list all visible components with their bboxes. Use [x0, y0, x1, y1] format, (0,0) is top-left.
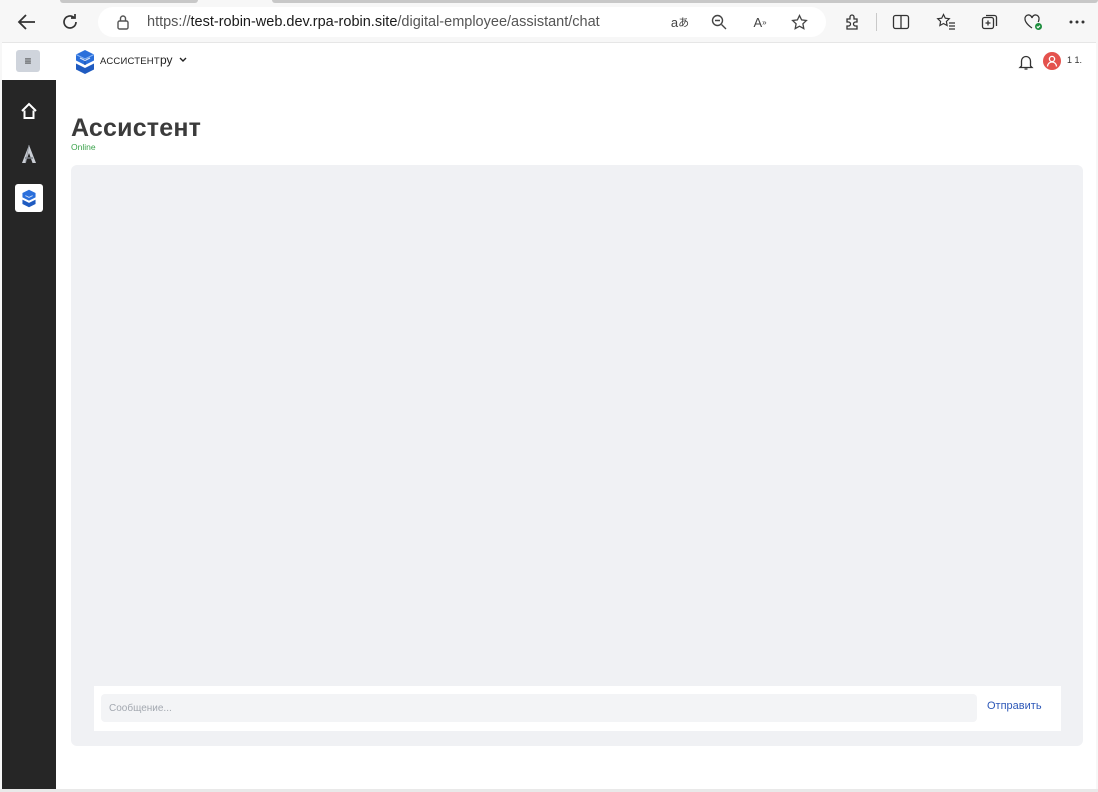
split-screen-icon[interactable]	[889, 10, 913, 34]
user-avatar[interactable]	[1043, 52, 1061, 70]
back-button[interactable]	[12, 8, 42, 36]
zoom-out-icon[interactable]	[709, 13, 729, 31]
notification-bell-icon[interactable]	[1018, 53, 1034, 71]
page-title: Ассистент	[71, 114, 202, 142]
robin-logo-icon[interactable]	[74, 49, 96, 75]
language-label: ру	[160, 53, 173, 67]
extensions-icon[interactable]	[841, 10, 865, 34]
send-button[interactable]: Отправить	[987, 700, 1042, 712]
message-composer: Отправить	[94, 686, 1061, 731]
toolbar-separator	[876, 13, 877, 31]
cube-logo-icon	[22, 189, 36, 207]
reload-button[interactable]	[55, 8, 85, 36]
url-text[interactable]: https://test-robin-web.dev.rpa-robin.sit…	[147, 14, 600, 30]
sidebar-item-robin[interactable]	[15, 140, 43, 168]
house-icon	[21, 102, 37, 119]
user-name-short[interactable]: 1 1.	[1067, 55, 1082, 65]
sidebar-item-assistant[interactable]	[15, 184, 43, 212]
brand-label: ассистент	[100, 56, 160, 67]
arrow-left-icon	[17, 14, 35, 30]
url-prefix: https://	[147, 14, 191, 30]
browser-toolbar: https://test-robin-web.dev.rpa-robin.sit…	[0, 0, 1098, 42]
menu-icon: ≡	[24, 54, 32, 68]
chat-messages-area: Отправить	[71, 165, 1083, 746]
lock-icon[interactable]	[116, 14, 130, 30]
page-viewport: ≡ ассистент ру 1 1.	[2, 42, 1096, 789]
robin-a-icon	[22, 144, 36, 164]
read-aloud-icon[interactable]: A»	[750, 13, 770, 31]
message-input[interactable]	[101, 694, 977, 722]
user-icon	[1046, 55, 1058, 67]
menu-toggle-button[interactable]: ≡	[16, 50, 40, 72]
address-bar[interactable]: https://test-robin-web.dev.rpa-robin.sit…	[98, 7, 826, 37]
sidebar	[2, 80, 56, 789]
url-path: /digital-employee/assistant/chat	[397, 14, 600, 30]
url-host: test-robin-web.dev.rpa-robin.site	[190, 14, 398, 30]
chevron-down-icon	[179, 57, 187, 62]
favorite-star-icon[interactable]	[789, 13, 809, 31]
reload-icon	[63, 14, 77, 29]
status-label: Online	[71, 142, 96, 152]
more-options-icon[interactable]	[1065, 10, 1089, 34]
inactive-tab-edge[interactable]	[60, 0, 198, 3]
sidebar-item-home[interactable]	[15, 97, 43, 125]
language-selector[interactable]: ру	[160, 53, 187, 67]
favorites-icon[interactable]	[934, 10, 958, 34]
collections-icon[interactable]	[978, 10, 1002, 34]
browser-essentials-icon[interactable]	[1021, 10, 1045, 34]
translate-icon[interactable]: aあ	[670, 13, 690, 31]
inactive-tab-edge[interactable]	[272, 0, 1098, 3]
